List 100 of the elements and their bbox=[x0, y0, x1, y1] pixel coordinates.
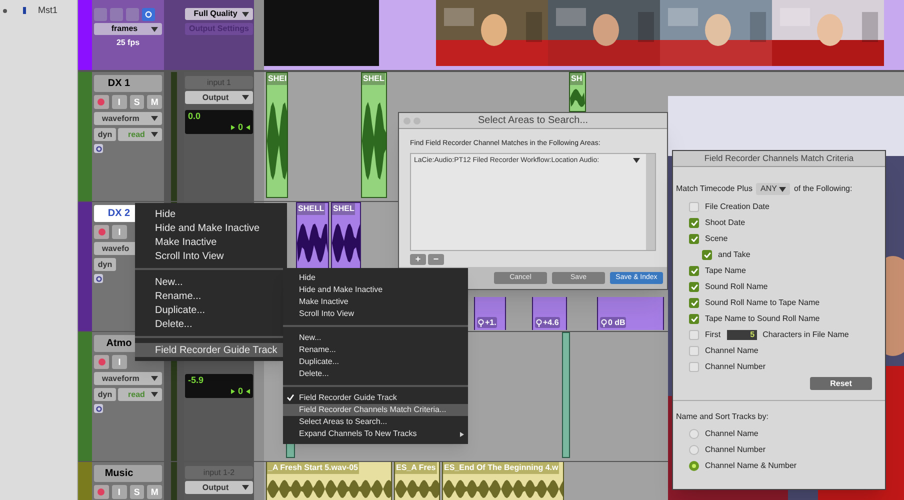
checkbox[interactable] bbox=[689, 218, 699, 228]
frame-rate-dropdown[interactable]: frames bbox=[94, 23, 162, 35]
check-icon bbox=[690, 220, 698, 226]
checkbox[interactable] bbox=[689, 266, 699, 276]
check-icon bbox=[690, 316, 698, 322]
pan-left-icon bbox=[230, 125, 235, 130]
caret-icon bbox=[151, 26, 158, 32]
dyn-button[interactable]: dyn bbox=[94, 388, 116, 401]
caret-icon bbox=[242, 95, 249, 100]
record-icon bbox=[97, 488, 106, 496]
radio-button[interactable] bbox=[689, 461, 699, 471]
frame-rate-label: 25 fps bbox=[116, 37, 140, 49]
record-button[interactable] bbox=[94, 355, 109, 369]
view-dropdown[interactable]: waveform bbox=[94, 112, 162, 125]
playlist-button[interactable] bbox=[94, 404, 103, 413]
empty-slot-button[interactable] bbox=[110, 8, 123, 21]
match-mode-dropdown[interactable]: ANY bbox=[756, 183, 790, 195]
window-title: Field Recorder Channels Match Criteria bbox=[704, 152, 854, 165]
menu-item[interactable]: New... bbox=[283, 332, 468, 344]
check-icon bbox=[704, 252, 710, 258]
menu-item[interactable]: Field Recorder Guide Track bbox=[283, 392, 468, 404]
checkbox[interactable] bbox=[689, 202, 699, 212]
radio-button[interactable] bbox=[689, 429, 699, 439]
clip-name: ES_A Fres bbox=[395, 462, 437, 474]
pan-right-icon bbox=[246, 125, 250, 130]
match-label: Match Timecode Plus bbox=[676, 183, 752, 195]
caret-icon bbox=[151, 376, 158, 381]
record-button[interactable] bbox=[94, 225, 109, 239]
record-button[interactable] bbox=[94, 485, 109, 499]
option-label: Channel Number bbox=[705, 361, 766, 373]
audio-clip[interactable]: 0 dB bbox=[597, 297, 664, 330]
checkbox[interactable] bbox=[689, 298, 699, 308]
clip-name: SHEI bbox=[267, 73, 287, 85]
option-label: First bbox=[705, 329, 721, 341]
clip-gain-label: 0 dB bbox=[608, 317, 626, 328]
menu-item[interactable]: Field Recorder Channels Match Criteria... bbox=[283, 404, 468, 416]
menu-item[interactable]: Expand Channels To New Tracks bbox=[283, 428, 468, 440]
list-edit-button[interactable]: + bbox=[410, 254, 426, 264]
option-label: Tape Name bbox=[705, 265, 746, 277]
output-dropdown[interactable]: Output bbox=[185, 481, 253, 494]
radio-button[interactable] bbox=[689, 445, 699, 455]
checkbox[interactable] bbox=[689, 346, 699, 356]
section-label: Name and Sort Tracks by: bbox=[676, 411, 770, 423]
caret-icon bbox=[151, 132, 158, 137]
checkbox[interactable] bbox=[689, 282, 699, 292]
audio-clip[interactable]: +4.6 bbox=[532, 297, 567, 330]
option-label: Channel Name & Number bbox=[705, 460, 797, 472]
option-label: File Creation Date bbox=[705, 201, 770, 213]
output-dropdown[interactable]: Output bbox=[185, 91, 253, 104]
circle-icon bbox=[96, 146, 102, 152]
list-edit-button[interactable]: − bbox=[428, 254, 444, 264]
checkbox[interactable] bbox=[689, 314, 699, 324]
audio-clip[interactable]: +1. bbox=[474, 297, 506, 330]
caret-icon bbox=[151, 392, 158, 397]
pan-value: 0 bbox=[238, 122, 243, 133]
option-label: Channel Name bbox=[705, 345, 758, 357]
pan-right-icon bbox=[246, 389, 250, 394]
track-name[interactable]: Music bbox=[94, 465, 162, 482]
check-icon bbox=[690, 236, 698, 242]
checkbox[interactable] bbox=[702, 250, 712, 260]
caret-icon bbox=[151, 116, 158, 121]
menu-item[interactable]: Delete... bbox=[135, 317, 287, 331]
checkbox[interactable] bbox=[689, 330, 699, 340]
option-label: and Take bbox=[718, 249, 750, 261]
menu-item[interactable]: Duplicate... bbox=[283, 356, 468, 368]
volume-value: 0.0 bbox=[188, 111, 201, 122]
menu-item[interactable]: Select Areas to Search... bbox=[283, 416, 468, 428]
record-button[interactable] bbox=[94, 95, 109, 109]
dyn-button[interactable]: dyn bbox=[94, 258, 116, 271]
menu-item[interactable]: Hide and Make Inactive bbox=[135, 221, 287, 235]
clip-name: ES_End Of The Beginning 4.w bbox=[443, 462, 560, 474]
gain-icon bbox=[536, 318, 542, 326]
caret-icon bbox=[633, 158, 640, 164]
playlist-button[interactable] bbox=[94, 274, 103, 283]
clip-name: _A Fresh Start 5.wav-05 bbox=[267, 462, 359, 474]
quality-dropdown[interactable]: Full Quality bbox=[185, 8, 253, 20]
menu-item[interactable]: Delete... bbox=[283, 368, 468, 380]
track-name[interactable]: DX 1 bbox=[94, 75, 162, 92]
circle-icon bbox=[145, 11, 152, 18]
dyn-button[interactable]: dyn bbox=[94, 128, 116, 141]
checkbox[interactable] bbox=[689, 362, 699, 372]
match-label: of the Following: bbox=[794, 183, 852, 195]
view-dropdown[interactable]: waveform bbox=[94, 372, 162, 385]
caret-icon bbox=[778, 186, 786, 192]
pan-left-icon bbox=[230, 389, 235, 394]
option-label: Channel Number bbox=[705, 444, 766, 456]
empty-slot-button[interactable] bbox=[94, 8, 107, 21]
reset-button[interactable]: Reset bbox=[810, 377, 872, 390]
checkbox[interactable] bbox=[689, 234, 699, 244]
check-icon bbox=[690, 300, 698, 306]
option-label: Tape Name to Sound Roll Name bbox=[705, 313, 820, 325]
online-button[interactable] bbox=[142, 8, 155, 21]
playlist-button[interactable] bbox=[94, 144, 103, 153]
track-list-item[interactable]: Mst1 bbox=[38, 6, 58, 15]
character-count-field[interactable]: 5 bbox=[726, 330, 757, 340]
clip-name: SHEL bbox=[362, 73, 386, 85]
option-label: Sound Roll Name bbox=[705, 281, 768, 293]
pan-value: 0 bbox=[238, 386, 243, 397]
scrollbar[interactable] bbox=[646, 154, 655, 250]
audio-clip[interactable] bbox=[562, 332, 570, 458]
